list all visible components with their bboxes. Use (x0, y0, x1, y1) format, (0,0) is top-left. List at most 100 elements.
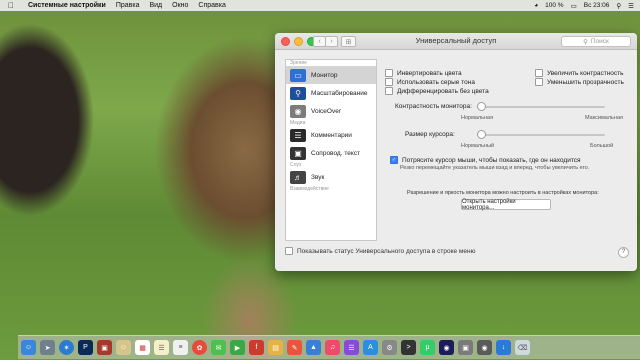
downloads-folder-icon[interactable]: ↓ (496, 340, 511, 355)
pages-icon[interactable]: ✎ (287, 340, 302, 355)
cursor-size-slider-knob[interactable] (477, 130, 486, 139)
photo-booth-icon[interactable]: ▣ (97, 340, 112, 355)
safari-icon[interactable]: ✶ (59, 340, 74, 355)
apple-icon[interactable]:  (8, 1, 18, 10)
cursor-max-label: Большой (590, 143, 614, 149)
voiceover-icon: ◉ (290, 104, 306, 118)
reduce-transparency-checkbox[interactable] (535, 78, 543, 86)
contrast-slider-knob[interactable] (477, 102, 486, 111)
contrast-slider[interactable] (477, 106, 605, 108)
battery-text[interactable]: 100 % (545, 2, 563, 9)
itunes-icon[interactable]: ♫ (325, 340, 340, 355)
notes-icon[interactable]: ☰ (154, 340, 169, 355)
reminders-icon[interactable]: ≡ (173, 340, 188, 355)
sidebar-item-captions[interactable]: ▣ Сопровод. текст (286, 144, 376, 162)
utorrent-icon[interactable]: μ (420, 340, 435, 355)
invert-colors-option[interactable]: Инвертировать цвета (385, 69, 462, 77)
reduce-transparency-option[interactable]: Уменьшить прозрачность (535, 78, 624, 86)
monitor-settings-pane: Инвертировать цвета Использовать серые т… (385, 59, 630, 239)
grayscale-checkbox[interactable] (385, 78, 393, 86)
sidebar: Зрение ▭ Монитор ⚲ Масштабирование ◉ Voi… (285, 59, 377, 241)
menu-status-label: Показывать статус Универсального доступа… (297, 247, 476, 255)
contrast-min-label: Нормальная (461, 115, 494, 121)
sidebar-item-zoom[interactable]: ⚲ Масштабирование (286, 84, 376, 102)
disk-utility-icon[interactable]: ◉ (477, 340, 492, 355)
screenshot-icon[interactable]: ▣ (458, 340, 473, 355)
wifi-icon[interactable]: ◕ (534, 2, 538, 9)
shake-cursor-checkbox[interactable]: ✓ (390, 156, 398, 164)
differentiate-option[interactable]: Дифференцировать без цвета (385, 87, 489, 95)
menu-bar:  Системные настройки Правка Вид Окно Сп… (0, 0, 640, 11)
menu-window[interactable]: Окно (172, 2, 188, 9)
steam-icon[interactable]: ◉ (439, 340, 454, 355)
facetime-icon[interactable]: ▶ (230, 340, 245, 355)
search-icon: ⚲ (583, 38, 588, 46)
messages-icon[interactable]: ✉ (211, 340, 226, 355)
contrast-label: Контрастность монитора: (395, 103, 472, 110)
shake-cursor-option[interactable]: ✓ Потрясите курсор мыши, чтобы показать,… (390, 156, 581, 164)
notification-center-icon[interactable]: ☰ (628, 2, 634, 10)
keynote-icon[interactable]: ▲ (306, 340, 321, 355)
contacts-icon[interactable]: ☺ (116, 340, 131, 355)
system-preferences-icon[interactable]: ⚙ (382, 340, 397, 355)
sidebar-item-monitor[interactable]: ▭ Монитор (286, 66, 376, 84)
differentiate-label: Дифференцировать без цвета (397, 87, 489, 95)
reduce-transparency-label: Уменьшить прозрачность (547, 78, 624, 86)
shake-cursor-hint: Резко перемещайте указатель мыши взад и … (400, 165, 590, 171)
contrast-max-label: Максимальная (585, 115, 623, 121)
zoom-icon: ⚲ (290, 86, 306, 100)
sidebar-item-voiceover[interactable]: ◉ VoiceOver (286, 102, 376, 120)
differentiate-checkbox[interactable] (385, 87, 393, 95)
menu-extras: ◕ 100 % ▭ Вс 23:06 ⚲ ☰ (534, 0, 634, 11)
photoshop-icon[interactable]: P (78, 340, 93, 355)
sidebar-item-label: Масштабирование (311, 89, 368, 97)
sidebar-item-label: Монитор (311, 71, 338, 79)
invert-colors-checkbox[interactable] (385, 69, 393, 77)
cursor-min-label: Нормальный (461, 143, 495, 149)
shake-cursor-label: Потрясите курсор мыши, чтобы показать, г… (402, 156, 581, 164)
clock[interactable]: Вс 23:06 (584, 2, 610, 9)
cursor-size-slider[interactable] (477, 134, 605, 136)
sidebar-item-comments[interactable]: ☰ Комментарии (286, 126, 376, 144)
flash-player-icon[interactable]: f (249, 340, 264, 355)
section-interaction: Взаимодействие (290, 186, 329, 192)
help-button[interactable]: ? (618, 247, 629, 258)
increase-contrast-label: Увеличить контрастность (547, 69, 624, 77)
menu-help[interactable]: Справка (198, 2, 225, 9)
app-store-icon[interactable]: A (363, 340, 378, 355)
increase-contrast-checkbox[interactable] (535, 69, 543, 77)
open-monitor-settings-button[interactable]: Открыть настройки монитора… (461, 199, 551, 211)
search-field[interactable]: ⚲ Поиск (561, 36, 631, 47)
spotlight-icon[interactable]: ⚲ (616, 2, 621, 10)
menu-view[interactable]: Вид (149, 2, 162, 9)
finder-icon[interactable]: ☺ (21, 340, 36, 355)
accessibility-window: ‹ › ⊞ Универсальный доступ ⚲ Поиск Зрени… (275, 33, 637, 271)
ibooks-icon[interactable]: ☰ (344, 340, 359, 355)
monitor-note: Разрешение и яркость монитора можно наст… (407, 190, 599, 196)
trash-icon[interactable]: ⌫ (515, 340, 530, 355)
menu-status-option[interactable]: Показывать статус Универсального доступа… (285, 247, 475, 255)
sidebar-item-label: VoiceOver (311, 107, 341, 115)
numbers-icon[interactable]: ▤ (268, 340, 283, 355)
invert-colors-label: Инвертировать цвета (397, 69, 462, 77)
sidebar-item-label: Комментарии (311, 131, 352, 139)
grayscale-label: Использовать серые тона (397, 78, 475, 86)
speaker-icon: ♬ (290, 170, 306, 184)
calendar-icon[interactable]: ▦ (135, 340, 150, 355)
terminal-icon[interactable]: > (401, 340, 416, 355)
photos-icon[interactable]: ✿ (192, 340, 207, 355)
monitor-icon: ▭ (290, 68, 306, 82)
menu-app-name[interactable]: Системные настройки (28, 2, 106, 9)
title-bar: ‹ › ⊞ Универсальный доступ ⚲ Поиск (275, 33, 637, 50)
sidebar-item-label: Сопровод. текст (311, 149, 360, 157)
battery-icon[interactable]: ▭ (571, 2, 577, 10)
grayscale-option[interactable]: Использовать серые тона (385, 78, 475, 86)
launchpad-icon[interactable]: ➤ (40, 340, 55, 355)
dock: ☺ ➤ ✶ P ▣ ☺ ▦ ☰ ≡ ✿ ✉ ▶ f ▤ ✎ ▲ ♫ ☰ A ⚙ … (18, 335, 640, 359)
increase-contrast-option[interactable]: Увеличить контрастность (535, 69, 624, 77)
sidebar-item-sound[interactable]: ♬ Звук (286, 168, 376, 186)
sidebar-item-label: Звук (311, 173, 325, 181)
menu-edit[interactable]: Правка (116, 2, 140, 9)
comments-icon: ☰ (290, 128, 306, 142)
menu-status-checkbox[interactable] (285, 247, 293, 255)
